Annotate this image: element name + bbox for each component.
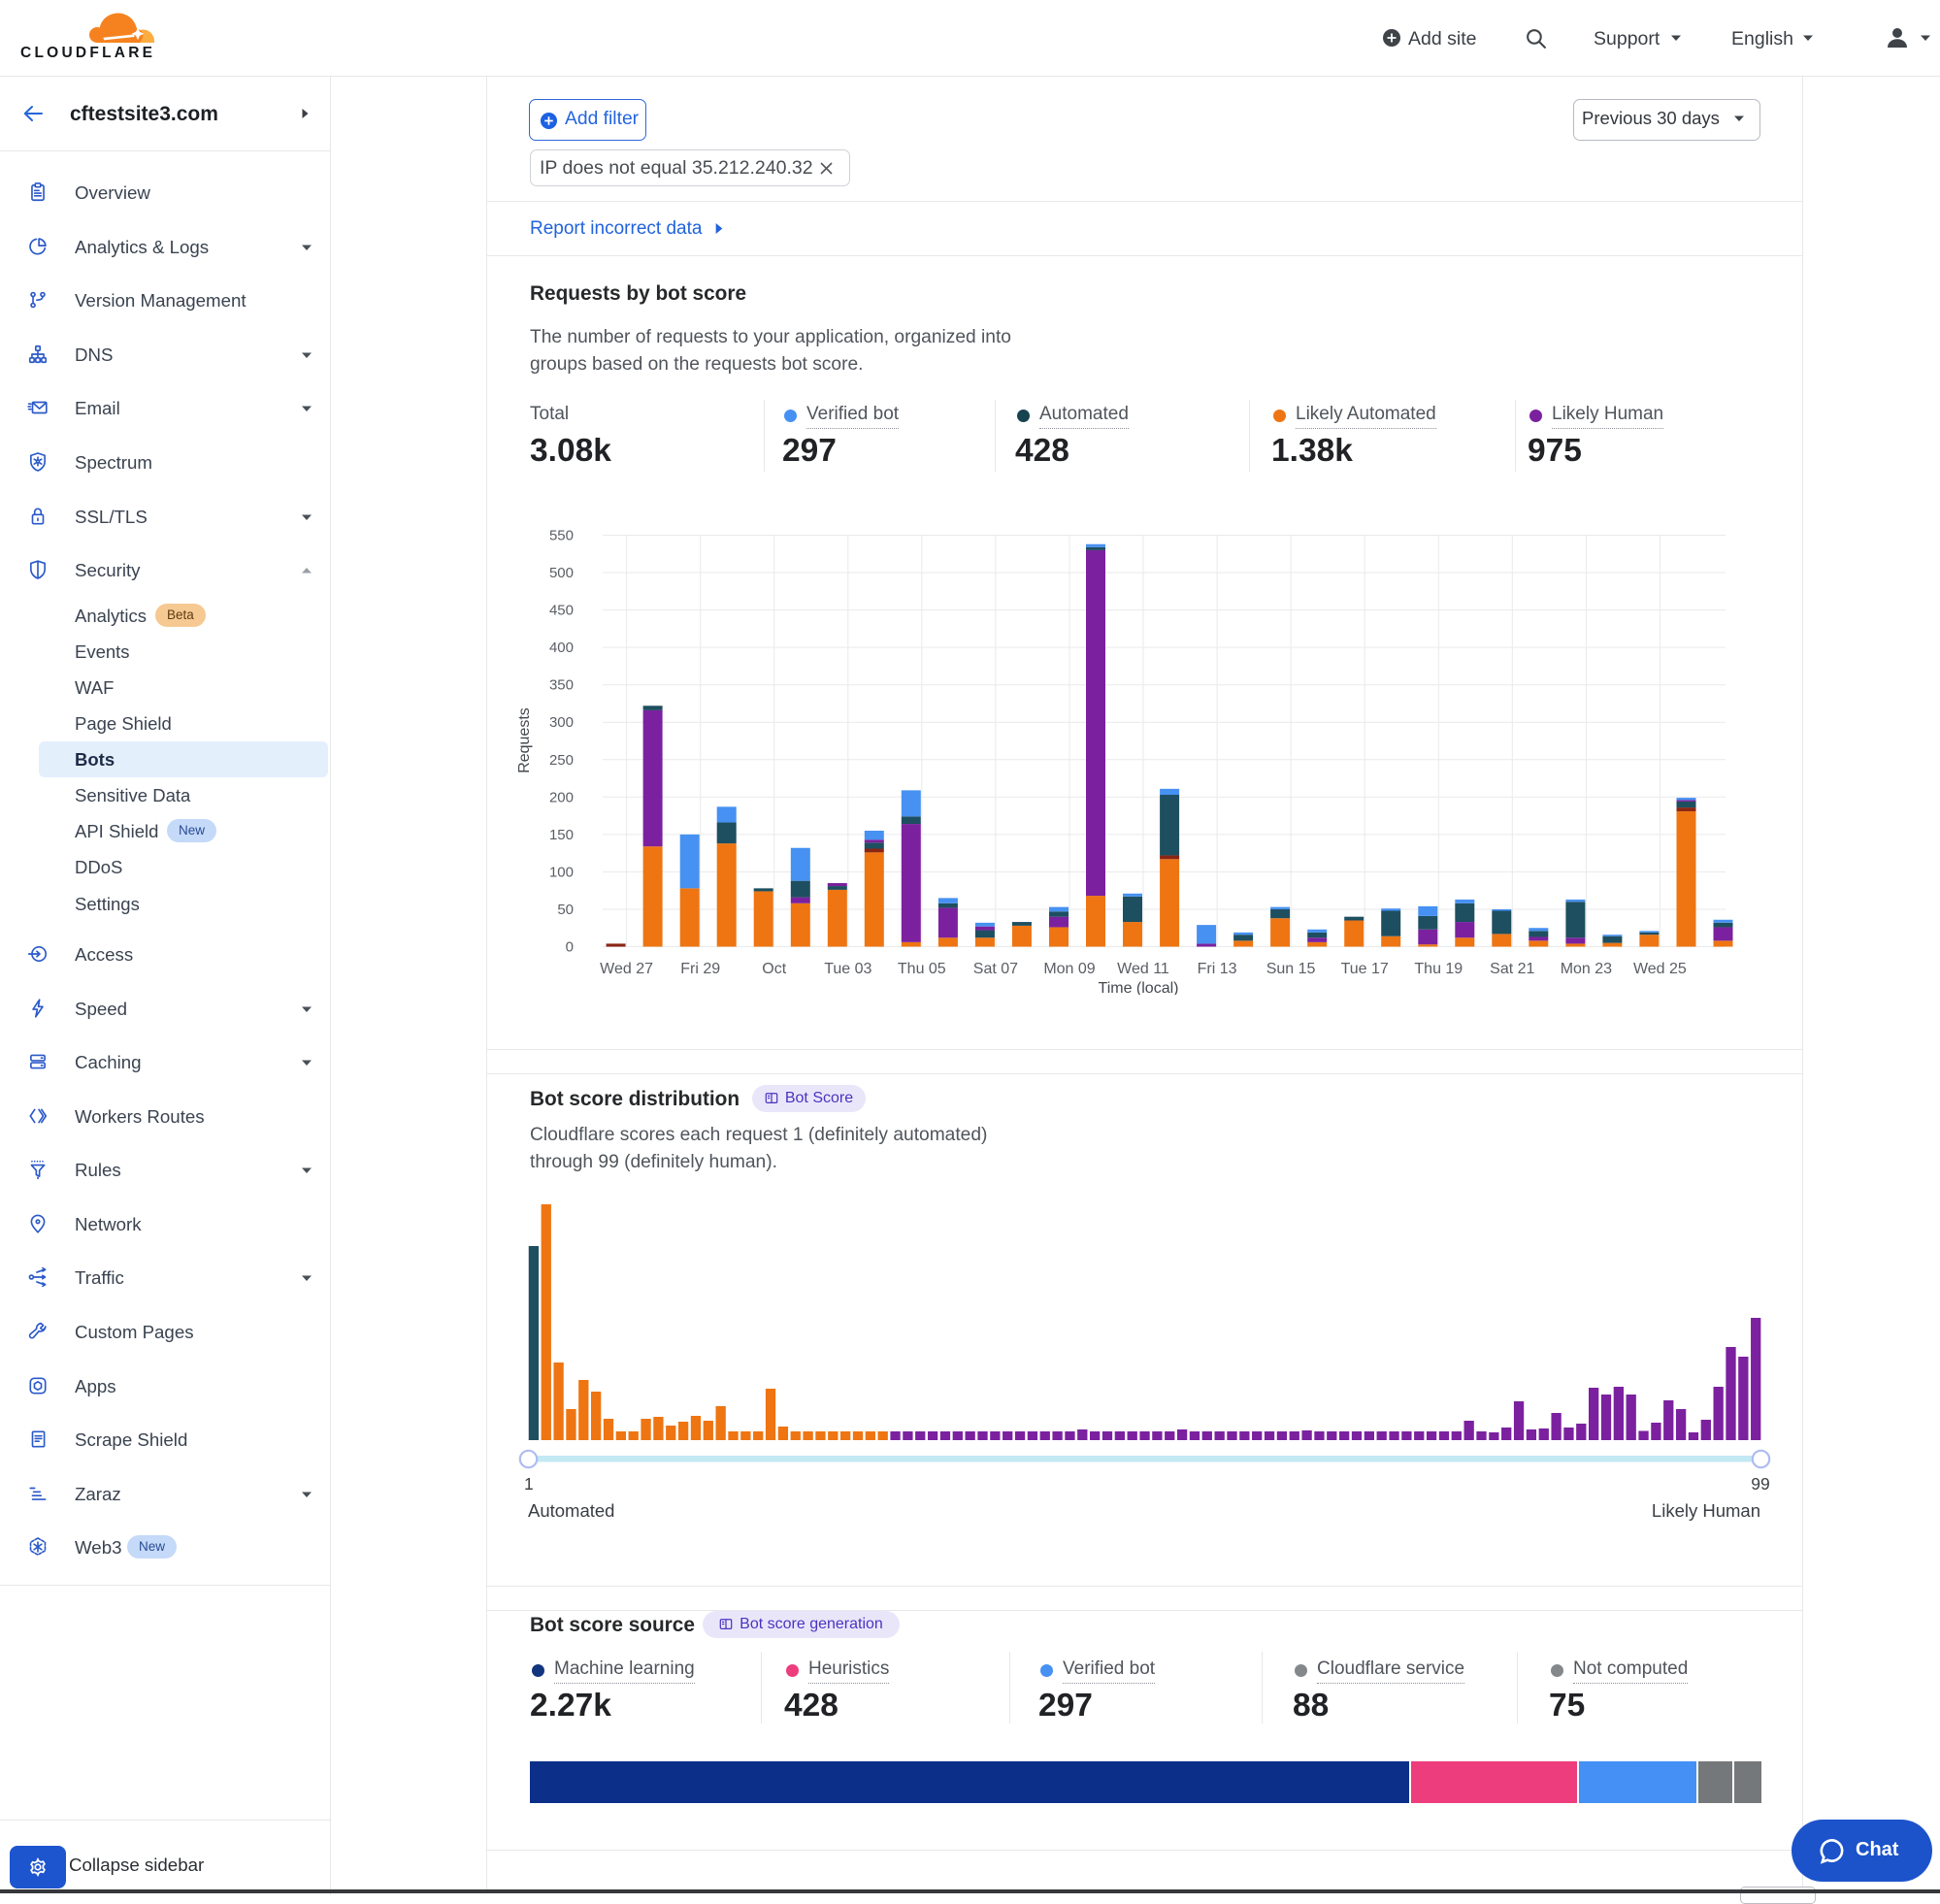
svg-text:Sun 15: Sun 15 — [1266, 961, 1316, 977]
svg-text:350: 350 — [549, 677, 574, 694]
svg-text:Time (local): Time (local) — [1099, 980, 1179, 995]
svg-text:Tue 03: Tue 03 — [824, 961, 871, 977]
svg-text:Sat 21: Sat 21 — [1490, 961, 1534, 977]
svg-text:Fri 13: Fri 13 — [1198, 961, 1237, 977]
svg-text:550: 550 — [549, 528, 574, 544]
svg-text:500: 500 — [549, 565, 574, 581]
svg-text:Thu 19: Thu 19 — [1414, 961, 1463, 977]
svg-text:0: 0 — [566, 939, 574, 956]
svg-text:Wed 11: Wed 11 — [1117, 961, 1169, 977]
svg-text:Wed 25: Wed 25 — [1633, 961, 1687, 977]
svg-text:400: 400 — [549, 640, 574, 656]
svg-text:200: 200 — [549, 789, 574, 805]
svg-text:Tue 17: Tue 17 — [1341, 961, 1389, 977]
svg-text:450: 450 — [549, 603, 574, 619]
svg-text:Mon 09: Mon 09 — [1043, 961, 1095, 977]
svg-text:Thu 05: Thu 05 — [898, 961, 946, 977]
svg-text:Wed 27: Wed 27 — [600, 961, 653, 977]
svg-text:150: 150 — [549, 827, 574, 843]
svg-text:250: 250 — [549, 752, 574, 769]
svg-text:Oct: Oct — [762, 961, 786, 977]
svg-text:300: 300 — [549, 714, 574, 731]
svg-text:Sat 07: Sat 07 — [973, 961, 1018, 977]
svg-text:50: 50 — [557, 902, 574, 918]
svg-text:Fri 29: Fri 29 — [680, 961, 720, 977]
svg-text:100: 100 — [549, 864, 574, 880]
svg-text:Requests: Requests — [516, 707, 533, 773]
svg-text:Mon 23: Mon 23 — [1561, 961, 1612, 977]
